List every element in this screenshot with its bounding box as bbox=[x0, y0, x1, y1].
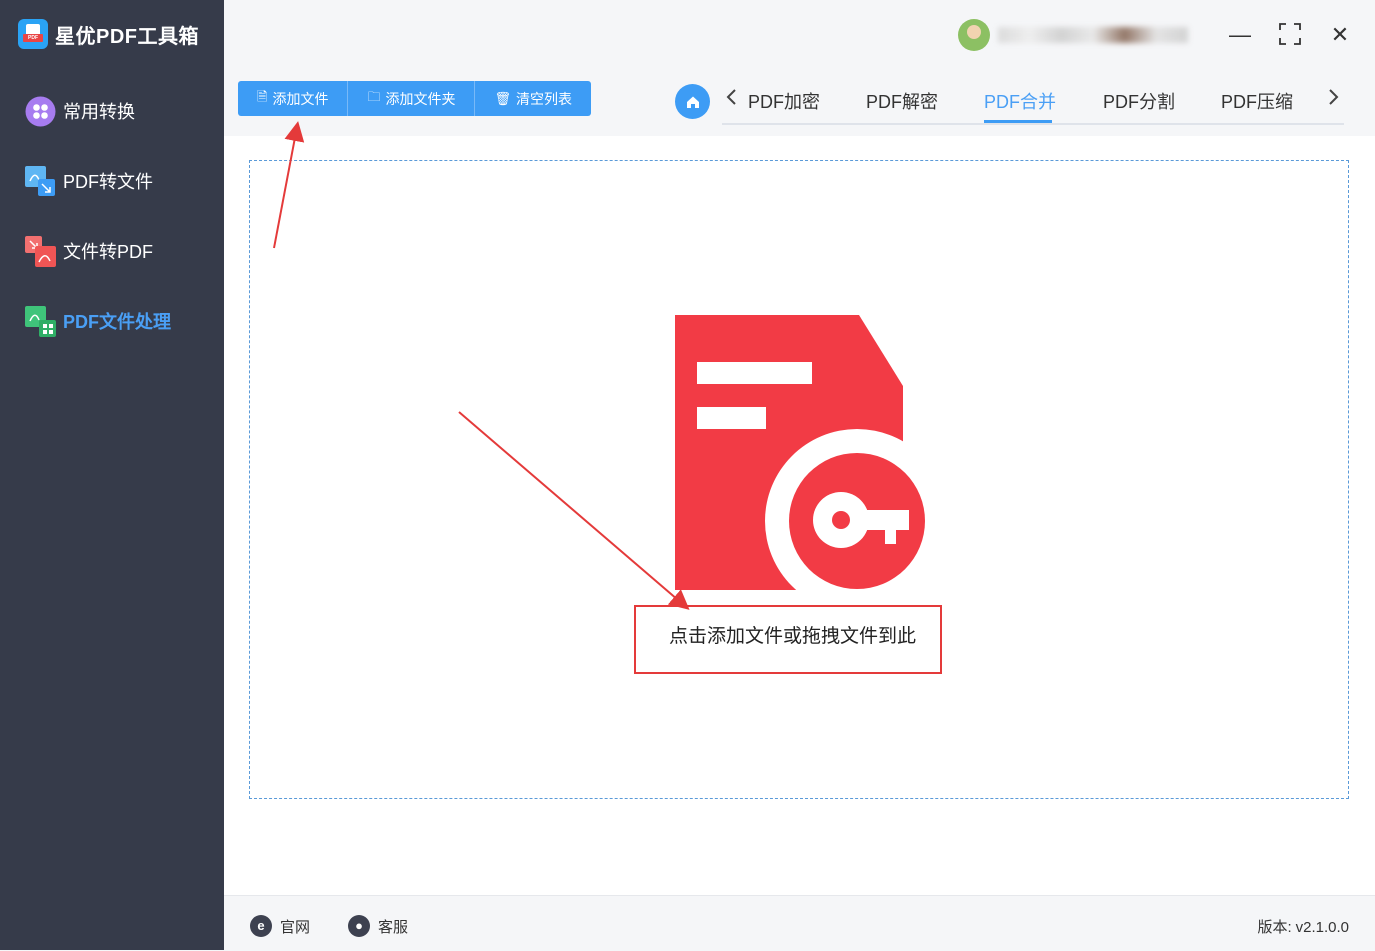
file-icon: 🗎 bbox=[257, 88, 268, 104]
support-link[interactable]: ● 客服 bbox=[348, 915, 408, 937]
user-account[interactable] bbox=[958, 19, 1198, 51]
home-icon bbox=[686, 96, 699, 108]
folder-icon: 🗀 bbox=[367, 88, 381, 104]
dropzone-hint[interactable]: 点击添加文件或拖拽文件到此 bbox=[669, 621, 916, 648]
sidebar-item-label: 常用转换 bbox=[63, 102, 135, 122]
sidebar-item-file-to-pdf[interactable]: 文件转PDF bbox=[24, 233, 153, 269]
pdf-lock-icon bbox=[675, 315, 928, 592]
website-link[interactable]: e 官网 bbox=[250, 915, 310, 937]
sidebar: PDF 星优PDF工具箱 常用转换 PDF转文件 文件转PDF PDF文件处理 bbox=[0, 0, 224, 950]
apps-icon bbox=[24, 95, 57, 128]
tab-pdf-encrypt[interactable]: PDF加密 bbox=[748, 88, 820, 114]
sidebar-item-label: PDF转文件 bbox=[63, 172, 153, 192]
avatar bbox=[958, 19, 990, 51]
home-button[interactable] bbox=[675, 84, 710, 119]
file-to-pdf-icon bbox=[24, 235, 57, 268]
tab-pdf-merge[interactable]: PDF合并 bbox=[984, 88, 1056, 114]
sidebar-item-pdf-process[interactable]: PDF文件处理 bbox=[24, 303, 171, 339]
pdf-process-icon bbox=[24, 305, 57, 338]
tab-pdf-split[interactable]: PDF分割 bbox=[1103, 88, 1175, 114]
pdf-to-file-icon bbox=[24, 165, 57, 198]
chevron-right-icon bbox=[1329, 89, 1339, 105]
ie-browser-icon: e bbox=[250, 915, 272, 937]
sidebar-item-pdf-to-file[interactable]: PDF转文件 bbox=[24, 163, 153, 199]
username-redacted bbox=[998, 27, 1188, 43]
sidebar-item-common-convert[interactable]: 常用转换 bbox=[24, 93, 135, 129]
file-toolbar: 🗎 添加文件 🗀 添加文件夹 🗑 清空列表 bbox=[238, 81, 591, 116]
footer: e 官网 ● 客服 版本: v2.1.0.0 bbox=[224, 895, 1375, 951]
maximize-icon bbox=[1279, 23, 1301, 45]
close-button[interactable]: ✕ bbox=[1327, 22, 1353, 48]
minimize-button[interactable]: — bbox=[1227, 22, 1253, 48]
chat-bubble-icon: ● bbox=[348, 915, 370, 937]
active-tab-indicator bbox=[984, 120, 1052, 123]
add-folder-button[interactable]: 🗀 添加文件夹 bbox=[348, 81, 476, 116]
sidebar-item-label: PDF文件处理 bbox=[63, 312, 171, 332]
app-title: 星优PDF工具箱 bbox=[55, 26, 199, 48]
trash-icon: 🗑 bbox=[494, 90, 511, 106]
maximize-button[interactable] bbox=[1277, 22, 1303, 48]
add-file-button[interactable]: 🗎 添加文件 bbox=[238, 81, 349, 116]
clear-list-button[interactable]: 🗑 清空列表 bbox=[475, 81, 591, 116]
tab-pdf-decrypt[interactable]: PDF解密 bbox=[866, 88, 938, 114]
sidebar-item-label: 文件转PDF bbox=[63, 242, 153, 262]
tab-pdf-compress[interactable]: PDF压缩 bbox=[1221, 88, 1293, 114]
version-info: 版本: v2.1.0.0 bbox=[1257, 919, 1349, 936]
tool-tabs: PDF加密 PDF解密 PDF合并 PDF分割 PDF压缩 bbox=[722, 83, 1344, 125]
tab-next-button[interactable] bbox=[1326, 86, 1340, 114]
app-logo-icon: PDF bbox=[18, 19, 48, 49]
